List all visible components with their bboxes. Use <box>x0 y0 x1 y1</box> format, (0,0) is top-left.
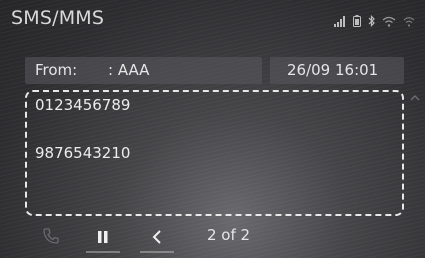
back-button-underline <box>140 251 174 253</box>
from-field: From: : AAA <box>25 57 262 84</box>
scroll-up-icon[interactable] <box>409 92 421 104</box>
message-datetime: 26/09 16:01 <box>287 61 379 79</box>
datetime-field: 26/09 16:01 <box>270 57 404 84</box>
page-indicator: 2 of 2 <box>207 226 251 244</box>
sms-screen: SMS/MMS From:: AAA 26/09 16:01 01234567… <box>0 0 425 258</box>
call-icon <box>43 228 59 244</box>
bluetooth-icon <box>368 15 375 27</box>
wifi-icon <box>382 16 396 27</box>
status-bar <box>334 13 415 27</box>
message-line-number-2[interactable]: 9876543210 <box>35 144 130 162</box>
from-label: From: <box>35 61 78 79</box>
back-button[interactable] <box>140 224 174 256</box>
page-title: SMS/MMS <box>11 7 105 29</box>
phone-battery-icon <box>353 15 361 27</box>
call-button[interactable] <box>38 224 64 254</box>
sender-name: : AAA <box>108 61 150 79</box>
back-icon <box>152 230 161 244</box>
pause-button[interactable] <box>86 224 120 256</box>
wifi-secondary-icon <box>403 17 415 27</box>
signal-strength-icon <box>334 16 345 27</box>
playback-controls: 2 of 2 <box>0 220 425 258</box>
message-body[interactable]: 0123456789 9876543210 <box>25 90 404 216</box>
message-line-number-1[interactable]: 0123456789 <box>35 96 130 114</box>
pause-button-underline <box>86 251 120 253</box>
pause-icon <box>98 231 108 243</box>
header: SMS/MMS <box>0 0 425 42</box>
